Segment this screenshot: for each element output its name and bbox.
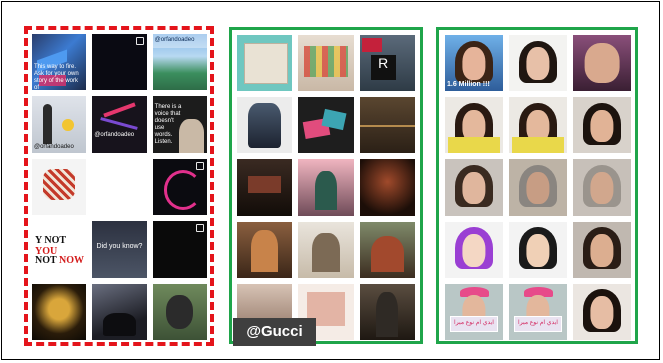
left-post-grid: This way to fire. Ask for your own story…: [32, 34, 207, 340]
post-tile[interactable]: ايدي ام نوع ميرا: [509, 283, 567, 340]
post-tile[interactable]: [573, 35, 631, 92]
post-tile[interactable]: [152, 221, 207, 278]
post-caption: Did you know?: [96, 243, 143, 251]
post-tile[interactable]: [237, 97, 293, 154]
post-tile[interactable]: @orfandoadeo: [32, 96, 87, 153]
post-tile[interactable]: [509, 221, 567, 278]
beauty-profile-grid-panel: 1.6 Million !!! ايدي ام نوع ميرا ايدي ام…: [436, 27, 638, 344]
post-tile[interactable]: [32, 283, 87, 340]
post-tile[interactable]: [573, 159, 631, 216]
gucci-post-grid: R: [237, 35, 415, 340]
post-tile[interactable]: [92, 283, 147, 340]
post-caption: @orfandoadeo: [154, 37, 195, 43]
post-tile[interactable]: [237, 35, 293, 92]
post-tile[interactable]: [509, 159, 567, 216]
multi-post-icon: [195, 161, 204, 170]
post-tile[interactable]: [298, 159, 354, 216]
post-tile[interactable]: @orfandoadeo: [152, 34, 207, 91]
post-tile[interactable]: There is a voice that doesn't use words.…: [152, 96, 207, 153]
left-profile-grid-panel: This way to fire. Ask for your own story…: [24, 26, 214, 346]
post-tile[interactable]: 1.6 Million !!!: [445, 35, 503, 92]
quote-line-1: Y NOT YOU: [35, 235, 66, 258]
post-tile[interactable]: @orfandoadeo: [92, 96, 147, 153]
post-tile[interactable]: [359, 97, 415, 154]
post-tile[interactable]: [359, 221, 415, 278]
post-tile[interactable]: [445, 159, 503, 216]
post-tile[interactable]: [509, 97, 567, 154]
post-tile[interactable]: This way to fire. Ask for your own story…: [32, 34, 87, 91]
post-tile[interactable]: [359, 283, 415, 340]
post-tile[interactable]: [237, 221, 293, 278]
post-tile[interactable]: ايدي ام نوع ميرا: [445, 283, 503, 340]
post-tile[interactable]: [359, 159, 415, 216]
post-tile[interactable]: [152, 283, 207, 340]
post-caption: @orfandoadeo: [34, 143, 74, 150]
post-tile[interactable]: [152, 158, 207, 216]
beauty-post-grid: 1.6 Million !!! ايدي ام نوع ميرا ايدي ام…: [445, 35, 631, 340]
post-tile[interactable]: [573, 283, 631, 340]
post-tile[interactable]: [573, 97, 631, 154]
post-caption: There is a voice that doesn't use words.…: [154, 104, 182, 146]
multi-post-icon: [195, 224, 204, 233]
post-caption: 1.6 Million !!!: [447, 81, 490, 89]
gucci-profile-grid-panel: R @Gucci: [229, 27, 423, 346]
account-watermark: @Gucci: [233, 318, 316, 346]
figure-frame: This way to fire. Ask for your own story…: [1, 1, 660, 360]
post-tile[interactable]: [32, 158, 87, 216]
post-tile[interactable]: [298, 97, 354, 154]
multi-post-icon: [135, 37, 144, 45]
quote-line-2: NOT NOW: [35, 255, 84, 267]
post-tile[interactable]: [298, 35, 354, 92]
post-caption: @orfandoadeo: [94, 132, 135, 139]
post-tile[interactable]: [92, 34, 147, 91]
post-tile[interactable]: R: [359, 35, 415, 92]
post-tile[interactable]: [92, 158, 147, 216]
post-tile[interactable]: [573, 221, 631, 278]
post-tile[interactable]: [445, 221, 503, 278]
post-tile[interactable]: [509, 35, 567, 92]
arabic-banner: ايدي ام نوع ميرا: [449, 315, 499, 333]
post-tile[interactable]: [298, 221, 354, 278]
post-tile[interactable]: Did you know?: [92, 221, 147, 278]
post-tile[interactable]: Y NOT YOU NOT NOW: [32, 221, 87, 278]
post-tile[interactable]: [237, 159, 293, 216]
post-caption: This way to fire. Ask for your own story…: [34, 64, 79, 91]
arabic-banner: ايدي ام نوع ميرا: [513, 315, 563, 333]
post-tile[interactable]: [445, 97, 503, 154]
